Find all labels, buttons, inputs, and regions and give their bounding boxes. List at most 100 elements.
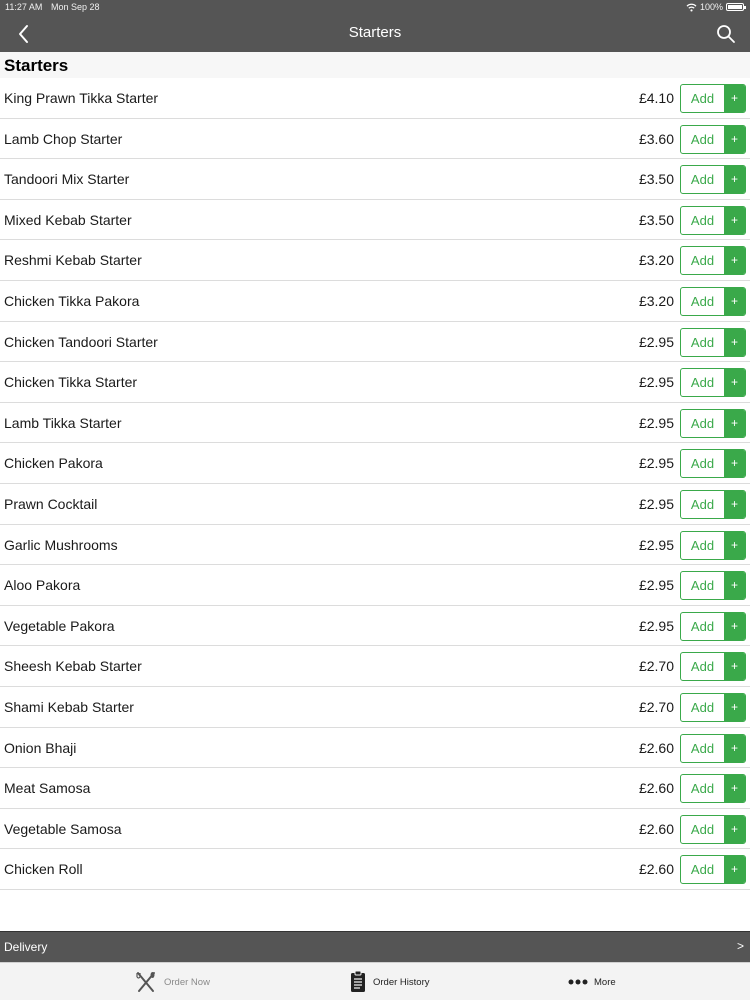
plus-icon: + — [724, 369, 745, 397]
status-date: Mon Sep 28 — [51, 2, 100, 12]
plus-icon: + — [724, 450, 745, 478]
menu-item-row[interactable]: Aloo Pakora £2.95 Add + — [0, 565, 750, 606]
menu-item-name: Chicken Roll — [4, 861, 83, 878]
add-to-order-button[interactable]: Add + — [680, 246, 746, 276]
menu-item-price: £2.95 — [638, 333, 674, 350]
add-to-order-button[interactable]: Add + — [680, 652, 746, 682]
add-button-label: Add — [690, 253, 715, 269]
menu-item-row[interactable]: Chicken Tikka Pakora £3.20 Add + — [0, 281, 750, 322]
add-to-order-button[interactable]: Add + — [680, 692, 746, 722]
nav-title: Starters — [348, 24, 402, 41]
menu-item-price: £2.95 — [638, 577, 674, 594]
menu-item-row[interactable]: Chicken Pakora £2.95 Add + — [0, 443, 750, 484]
menu-item-price: £2.95 — [638, 414, 674, 431]
plus-icon: + — [724, 693, 745, 721]
menu-item-name: Meat Samosa — [4, 780, 91, 797]
app-screen: 11:27 AM Mon Sep 28 100% Starters Starte… — [0, 0, 750, 1000]
add-to-order-button[interactable]: Add + — [680, 855, 746, 885]
menu-item-row[interactable]: Sheesh Kebab Starter £2.70 Add + — [0, 646, 750, 687]
chevron-right-icon: > — [736, 939, 744, 953]
menu-item-name: Chicken Tikka Pakora — [4, 292, 140, 309]
menu-item-name: Sheesh Kebab Starter — [4, 658, 142, 675]
menu-item-name: Aloo Pakora — [4, 577, 81, 594]
menu-item-row[interactable]: Mixed Kebab Starter £3.50 Add + — [0, 200, 750, 241]
add-to-order-button[interactable]: Add + — [680, 530, 746, 560]
menu-item-name: Lamb Tikka Starter — [4, 414, 122, 431]
status-time: 11:27 AM — [5, 2, 43, 12]
add-to-order-button[interactable]: Add + — [680, 774, 746, 804]
add-button-label: Add — [690, 618, 715, 634]
add-button-label: Add — [690, 537, 715, 553]
menu-item-row[interactable]: King Prawn Tikka Starter £4.10 Add + — [0, 78, 750, 119]
add-to-order-button[interactable]: Add + — [680, 489, 746, 519]
add-to-order-button[interactable]: Add + — [680, 814, 746, 844]
add-to-order-button[interactable]: Add + — [680, 611, 746, 641]
clipboard-icon — [351, 970, 365, 992]
add-to-order-button[interactable]: Add + — [680, 571, 746, 601]
search-button[interactable] — [714, 22, 738, 46]
menu-item-row[interactable]: Tandoori Mix Starter £3.50 Add + — [0, 159, 750, 200]
plus-icon: + — [724, 572, 745, 600]
plus-icon: + — [724, 409, 745, 437]
fork-knife-icon — [136, 972, 155, 992]
battery-percent: 100% — [699, 2, 723, 12]
plus-icon: + — [724, 166, 745, 194]
add-button-label: Add — [690, 781, 715, 797]
menu-item-row[interactable]: Lamb Chop Starter £3.60 Add + — [0, 119, 750, 160]
plus-icon: + — [724, 490, 745, 518]
add-button-label: Add — [690, 740, 715, 756]
tab-label: Order Now — [164, 976, 210, 988]
add-to-order-button[interactable]: Add + — [680, 449, 746, 479]
plus-icon: + — [724, 653, 745, 681]
menu-item-name: Mixed Kebab Starter — [4, 211, 132, 228]
add-to-order-button[interactable]: Add + — [680, 733, 746, 763]
menu-item-name: King Prawn Tikka Starter — [4, 90, 159, 106]
plus-icon: + — [724, 247, 745, 275]
section-title: Starters — [4, 56, 69, 75]
menu-item-row[interactable]: Chicken Tandoori Starter £2.95 Add + — [0, 322, 750, 363]
add-to-order-button[interactable]: Add + — [680, 84, 746, 113]
menu-item-row[interactable]: Vegetable Samosa £2.60 Add + — [0, 809, 750, 850]
wifi-icon — [686, 3, 697, 12]
menu-item-price: £3.20 — [638, 292, 674, 309]
plus-icon: + — [724, 612, 745, 640]
tab-order-history[interactable]: Order History — [349, 963, 429, 1000]
menu-item-price: £2.70 — [638, 658, 674, 675]
menu-item-price: £3.60 — [638, 130, 674, 147]
menu-item-name: Chicken Tikka Starter — [4, 374, 138, 391]
plus-icon: + — [724, 775, 745, 803]
add-to-order-button[interactable]: Add + — [680, 286, 746, 316]
menu-item-row[interactable]: Meat Samosa £2.60 Add + — [0, 768, 750, 809]
add-to-order-button[interactable]: Add + — [680, 205, 746, 235]
menu-item-row[interactable]: Onion Bhaji £2.60 Add + — [0, 728, 750, 769]
tab-more[interactable]: More — [568, 963, 616, 1000]
menu-item-row[interactable]: Shami Kebab Starter £2.70 Add + — [0, 687, 750, 728]
menu-item-price: £2.95 — [638, 374, 674, 391]
menu-item-row[interactable]: Garlic Mushrooms £2.95 Add + — [0, 525, 750, 566]
menu-item-row[interactable]: Reshmi Kebab Starter £3.20 Add + — [0, 240, 750, 281]
menu-item-price: £3.50 — [638, 211, 674, 228]
add-to-order-button[interactable]: Add + — [680, 368, 746, 398]
menu-item-price: £2.60 — [638, 780, 674, 797]
plus-icon: + — [724, 856, 745, 884]
tab-order-now[interactable]: Order Now — [134, 963, 210, 1000]
menu-item-name: Onion Bhaji — [4, 739, 77, 756]
delivery-bar[interactable]: Delivery > — [0, 931, 750, 962]
add-button-label: Add — [690, 293, 715, 309]
menu-item-row[interactable]: Prawn Cocktail £2.95 Add + — [0, 484, 750, 525]
menu-item-row[interactable]: Lamb Tikka Starter £2.95 Add + — [0, 403, 750, 444]
add-to-order-button[interactable]: Add + — [680, 165, 746, 195]
tab-label: More — [594, 976, 616, 988]
menu-item-row[interactable]: Vegetable Pakora £2.95 Add + — [0, 606, 750, 647]
menu-item-price: £3.20 — [638, 252, 674, 269]
menu-item-row[interactable]: Chicken Tikka Starter £2.95 Add + — [0, 362, 750, 403]
tab-bar: Order Now Order History More — [0, 962, 750, 1000]
menu-item-price: £2.95 — [638, 455, 674, 472]
add-to-order-button[interactable]: Add + — [680, 124, 746, 154]
menu-item-row[interactable]: Chicken Roll £2.60 Add + — [0, 849, 750, 890]
plus-icon: + — [724, 125, 745, 153]
add-to-order-button[interactable]: Add + — [680, 408, 746, 438]
menu-item-price: £4.10 — [638, 90, 674, 106]
add-button-label: Add — [690, 456, 715, 472]
add-to-order-button[interactable]: Add + — [680, 327, 746, 357]
